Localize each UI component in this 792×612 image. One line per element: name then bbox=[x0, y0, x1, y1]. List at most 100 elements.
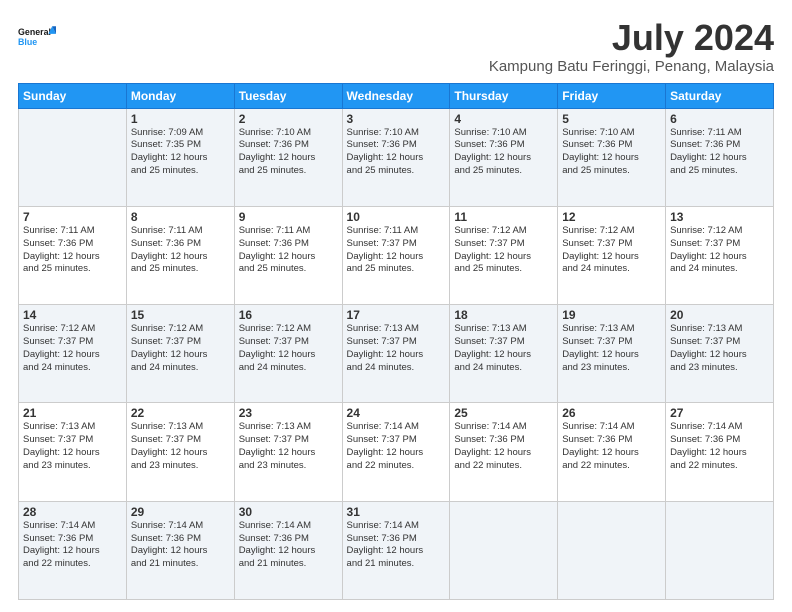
daylight-text: Daylight: 12 hours bbox=[454, 447, 531, 458]
logo-svg: General Blue bbox=[18, 18, 56, 56]
day-info: Sunrise: 7:10 AM Sunset: 7:36 PM Dayligh… bbox=[562, 127, 661, 178]
table-row: 1 Sunrise: 7:09 AM Sunset: 7:35 PM Dayli… bbox=[126, 108, 234, 206]
sunrise-text: Sunrise: 7:13 AM bbox=[454, 323, 526, 334]
table-row: 14 Sunrise: 7:12 AM Sunset: 7:37 PM Dayl… bbox=[19, 305, 127, 403]
day-number: 14 bbox=[23, 308, 122, 322]
table-row: 5 Sunrise: 7:10 AM Sunset: 7:36 PM Dayli… bbox=[558, 108, 666, 206]
daylight-text-cont: and 25 minutes. bbox=[562, 165, 630, 176]
sunset-text: Sunset: 7:36 PM bbox=[347, 139, 417, 150]
sunrise-text: Sunrise: 7:14 AM bbox=[239, 520, 311, 531]
table-row: 16 Sunrise: 7:12 AM Sunset: 7:37 PM Dayl… bbox=[234, 305, 342, 403]
page: General Blue July 2024 Kampung Batu Feri… bbox=[0, 0, 792, 612]
day-number: 26 bbox=[562, 406, 661, 420]
daylight-text-cont: and 25 minutes. bbox=[347, 263, 415, 274]
table-row: 13 Sunrise: 7:12 AM Sunset: 7:37 PM Dayl… bbox=[666, 206, 774, 304]
day-number: 24 bbox=[347, 406, 446, 420]
daylight-text-cont: and 25 minutes. bbox=[131, 165, 199, 176]
day-info: Sunrise: 7:10 AM Sunset: 7:36 PM Dayligh… bbox=[347, 127, 446, 178]
day-number: 22 bbox=[131, 406, 230, 420]
table-row: 23 Sunrise: 7:13 AM Sunset: 7:37 PM Dayl… bbox=[234, 403, 342, 501]
day-info: Sunrise: 7:11 AM Sunset: 7:36 PM Dayligh… bbox=[131, 225, 230, 276]
sunset-text: Sunset: 7:37 PM bbox=[562, 336, 632, 347]
daylight-text-cont: and 25 minutes. bbox=[239, 165, 307, 176]
sunrise-text: Sunrise: 7:10 AM bbox=[454, 127, 526, 138]
daylight-text-cont: and 25 minutes. bbox=[670, 165, 738, 176]
day-info: Sunrise: 7:13 AM Sunset: 7:37 PM Dayligh… bbox=[131, 421, 230, 472]
sunset-text: Sunset: 7:37 PM bbox=[670, 238, 740, 249]
daylight-text-cont: and 23 minutes. bbox=[562, 362, 630, 373]
col-sunday: Sunday bbox=[19, 83, 127, 108]
table-row: 7 Sunrise: 7:11 AM Sunset: 7:36 PM Dayli… bbox=[19, 206, 127, 304]
daylight-text-cont: and 25 minutes. bbox=[239, 263, 307, 274]
day-info: Sunrise: 7:13 AM Sunset: 7:37 PM Dayligh… bbox=[347, 323, 446, 374]
day-number: 13 bbox=[670, 210, 769, 224]
sunset-text: Sunset: 7:37 PM bbox=[131, 434, 201, 445]
daylight-text-cont: and 24 minutes. bbox=[239, 362, 307, 373]
sunset-text: Sunset: 7:36 PM bbox=[347, 533, 417, 544]
calendar-week-row: 28 Sunrise: 7:14 AM Sunset: 7:36 PM Dayl… bbox=[19, 501, 774, 599]
sunrise-text: Sunrise: 7:12 AM bbox=[670, 225, 742, 236]
sunset-text: Sunset: 7:36 PM bbox=[562, 434, 632, 445]
table-row: 30 Sunrise: 7:14 AM Sunset: 7:36 PM Dayl… bbox=[234, 501, 342, 599]
calendar-week-row: 7 Sunrise: 7:11 AM Sunset: 7:36 PM Dayli… bbox=[19, 206, 774, 304]
sunrise-text: Sunrise: 7:12 AM bbox=[23, 323, 95, 334]
col-saturday: Saturday bbox=[666, 83, 774, 108]
day-number: 5 bbox=[562, 112, 661, 126]
table-row bbox=[558, 501, 666, 599]
sunrise-text: Sunrise: 7:13 AM bbox=[23, 421, 95, 432]
table-row: 22 Sunrise: 7:13 AM Sunset: 7:37 PM Dayl… bbox=[126, 403, 234, 501]
table-row: 17 Sunrise: 7:13 AM Sunset: 7:37 PM Dayl… bbox=[342, 305, 450, 403]
table-row: 27 Sunrise: 7:14 AM Sunset: 7:36 PM Dayl… bbox=[666, 403, 774, 501]
daylight-text-cont: and 25 minutes. bbox=[23, 263, 91, 274]
sunset-text: Sunset: 7:36 PM bbox=[239, 238, 309, 249]
daylight-text: Daylight: 12 hours bbox=[347, 349, 424, 360]
day-info: Sunrise: 7:10 AM Sunset: 7:36 PM Dayligh… bbox=[239, 127, 338, 178]
daylight-text: Daylight: 12 hours bbox=[23, 447, 100, 458]
day-info: Sunrise: 7:12 AM Sunset: 7:37 PM Dayligh… bbox=[23, 323, 122, 374]
table-row: 21 Sunrise: 7:13 AM Sunset: 7:37 PM Dayl… bbox=[19, 403, 127, 501]
daylight-text: Daylight: 12 hours bbox=[562, 251, 639, 262]
title-block: July 2024 Kampung Batu Feringgi, Penang,… bbox=[489, 18, 774, 75]
day-number: 3 bbox=[347, 112, 446, 126]
day-number: 4 bbox=[454, 112, 553, 126]
daylight-text-cont: and 25 minutes. bbox=[347, 165, 415, 176]
day-number: 29 bbox=[131, 505, 230, 519]
daylight-text: Daylight: 12 hours bbox=[23, 349, 100, 360]
daylight-text-cont: and 22 minutes. bbox=[23, 558, 91, 569]
col-tuesday: Tuesday bbox=[234, 83, 342, 108]
sunset-text: Sunset: 7:37 PM bbox=[562, 238, 632, 249]
day-number: 31 bbox=[347, 505, 446, 519]
sunrise-text: Sunrise: 7:09 AM bbox=[131, 127, 203, 138]
day-number: 28 bbox=[23, 505, 122, 519]
header: General Blue July 2024 Kampung Batu Feri… bbox=[18, 18, 774, 75]
daylight-text: Daylight: 12 hours bbox=[347, 545, 424, 556]
daylight-text-cont: and 24 minutes. bbox=[131, 362, 199, 373]
sunset-text: Sunset: 7:37 PM bbox=[454, 238, 524, 249]
daylight-text-cont: and 24 minutes. bbox=[454, 362, 522, 373]
day-info: Sunrise: 7:12 AM Sunset: 7:37 PM Dayligh… bbox=[562, 225, 661, 276]
day-number: 6 bbox=[670, 112, 769, 126]
svg-text:General: General bbox=[18, 27, 51, 37]
sunrise-text: Sunrise: 7:11 AM bbox=[131, 225, 203, 236]
sunset-text: Sunset: 7:36 PM bbox=[454, 139, 524, 150]
table-row: 24 Sunrise: 7:14 AM Sunset: 7:37 PM Dayl… bbox=[342, 403, 450, 501]
day-number: 20 bbox=[670, 308, 769, 322]
sunrise-text: Sunrise: 7:10 AM bbox=[239, 127, 311, 138]
day-number: 12 bbox=[562, 210, 661, 224]
daylight-text-cont: and 21 minutes. bbox=[131, 558, 199, 569]
sunset-text: Sunset: 7:37 PM bbox=[670, 336, 740, 347]
sunrise-text: Sunrise: 7:11 AM bbox=[239, 225, 311, 236]
sunrise-text: Sunrise: 7:12 AM bbox=[562, 225, 634, 236]
day-number: 10 bbox=[347, 210, 446, 224]
calendar-week-row: 14 Sunrise: 7:12 AM Sunset: 7:37 PM Dayl… bbox=[19, 305, 774, 403]
day-info: Sunrise: 7:11 AM Sunset: 7:36 PM Dayligh… bbox=[23, 225, 122, 276]
table-row: 29 Sunrise: 7:14 AM Sunset: 7:36 PM Dayl… bbox=[126, 501, 234, 599]
table-row: 4 Sunrise: 7:10 AM Sunset: 7:36 PM Dayli… bbox=[450, 108, 558, 206]
day-info: Sunrise: 7:13 AM Sunset: 7:37 PM Dayligh… bbox=[670, 323, 769, 374]
svg-text:Blue: Blue bbox=[18, 37, 37, 47]
table-row: 3 Sunrise: 7:10 AM Sunset: 7:36 PM Dayli… bbox=[342, 108, 450, 206]
table-row: 8 Sunrise: 7:11 AM Sunset: 7:36 PM Dayli… bbox=[126, 206, 234, 304]
table-row: 12 Sunrise: 7:12 AM Sunset: 7:37 PM Dayl… bbox=[558, 206, 666, 304]
daylight-text: Daylight: 12 hours bbox=[347, 447, 424, 458]
table-row: 18 Sunrise: 7:13 AM Sunset: 7:37 PM Dayl… bbox=[450, 305, 558, 403]
